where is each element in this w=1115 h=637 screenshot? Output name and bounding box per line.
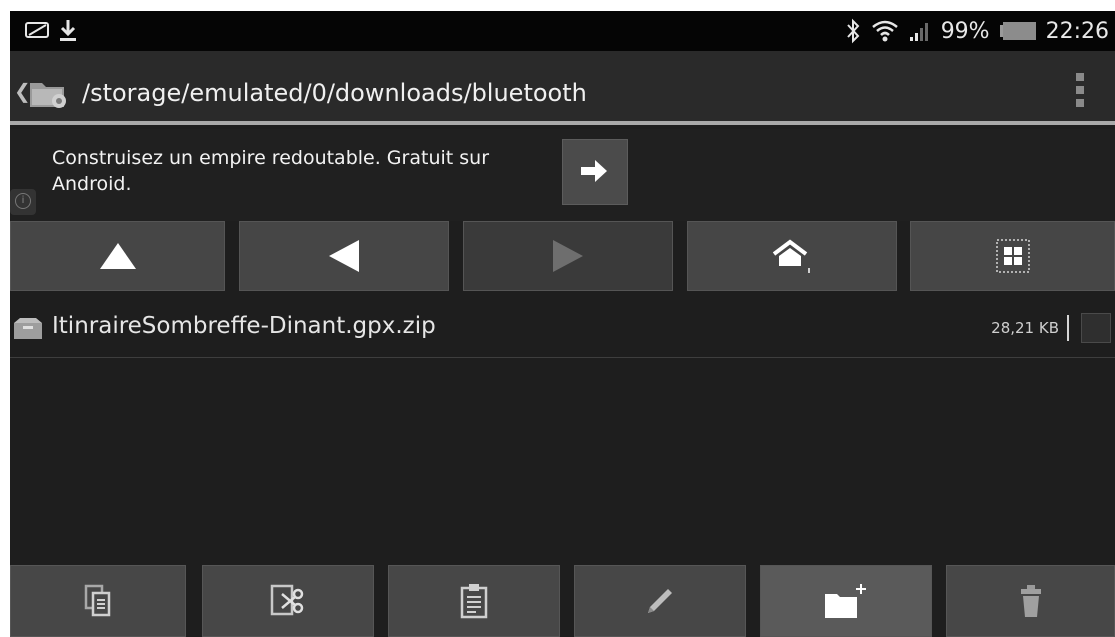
new-folder-icon <box>825 584 866 618</box>
battery-percentage: 99% <box>940 18 990 44</box>
delete-icon <box>1020 585 1041 617</box>
paste-button[interactable] <box>388 565 560 637</box>
bottom-toolbar <box>10 563 1115 637</box>
up-button[interactable] <box>10 221 225 291</box>
path-bar: ❮ /storage/emulated/0/downloads/bluetoot… <box>10 51 1115 125</box>
path-bar-divider <box>10 121 1115 125</box>
file-size: 28,21 KB <box>991 319 1059 337</box>
list-item[interactable]: ItinraireSombreffe-Dinant.gpx.zip 28,21 … <box>10 301 1115 358</box>
forward-icon <box>553 240 583 272</box>
file-checkbox[interactable] <box>1081 313 1111 343</box>
bluetooth-icon <box>846 18 860 44</box>
cut-button[interactable] <box>202 565 374 637</box>
clock: 22:26 <box>1045 18 1109 44</box>
copy-button[interactable] <box>10 565 186 637</box>
rename-icon <box>648 589 672 613</box>
copy-icon <box>84 584 111 617</box>
new-folder-button[interactable] <box>760 565 932 637</box>
ad-text: Construisez un empire redoutable. Gratui… <box>52 147 489 195</box>
cut-icon <box>270 584 304 616</box>
wifi-icon <box>871 20 898 42</box>
info-icon[interactable]: i <box>10 189 36 215</box>
paste-icon <box>460 584 488 619</box>
signal-icon <box>909 23 928 41</box>
back-button[interactable] <box>239 221 449 291</box>
status-bar: 99% 22:26 <box>10 11 1115 51</box>
rename-button[interactable] <box>574 565 746 637</box>
download-icon <box>60 20 76 41</box>
ad-arrow-button[interactable] <box>562 139 628 205</box>
archive-icon <box>14 318 42 339</box>
back-icon <box>329 240 359 272</box>
screenshot-icon <box>25 22 49 38</box>
delete-button[interactable] <box>946 565 1115 637</box>
file-list: ItinraireSombreffe-Dinant.gpx.zip 28,21 … <box>10 301 1115 551</box>
file-manager-screen: 99% 22:26 ❮ /storage/emulated/0/download… <box>10 11 1115 637</box>
home-button[interactable] <box>687 221 897 291</box>
arrow-right-icon <box>581 160 607 182</box>
overflow-menu-icon[interactable] <box>1075 73 1085 113</box>
home-icon <box>772 239 810 273</box>
file-name: ItinraireSombreffe-Dinant.gpx.zip <box>52 313 436 339</box>
ad-banner[interactable]: Construisez un empire redoutable. Gratui… <box>10 129 1115 221</box>
grid-view-button[interactable] <box>910 221 1115 291</box>
navigation-row <box>10 221 1115 293</box>
grid-view-icon <box>995 239 1030 273</box>
divider <box>1067 315 1069 341</box>
battery-icon <box>999 22 1036 40</box>
current-path: /storage/emulated/0/downloads/bluetooth <box>82 79 587 107</box>
forward-button[interactable] <box>463 221 673 291</box>
folder-app-icon[interactable] <box>28 79 68 109</box>
up-icon <box>99 243 136 269</box>
